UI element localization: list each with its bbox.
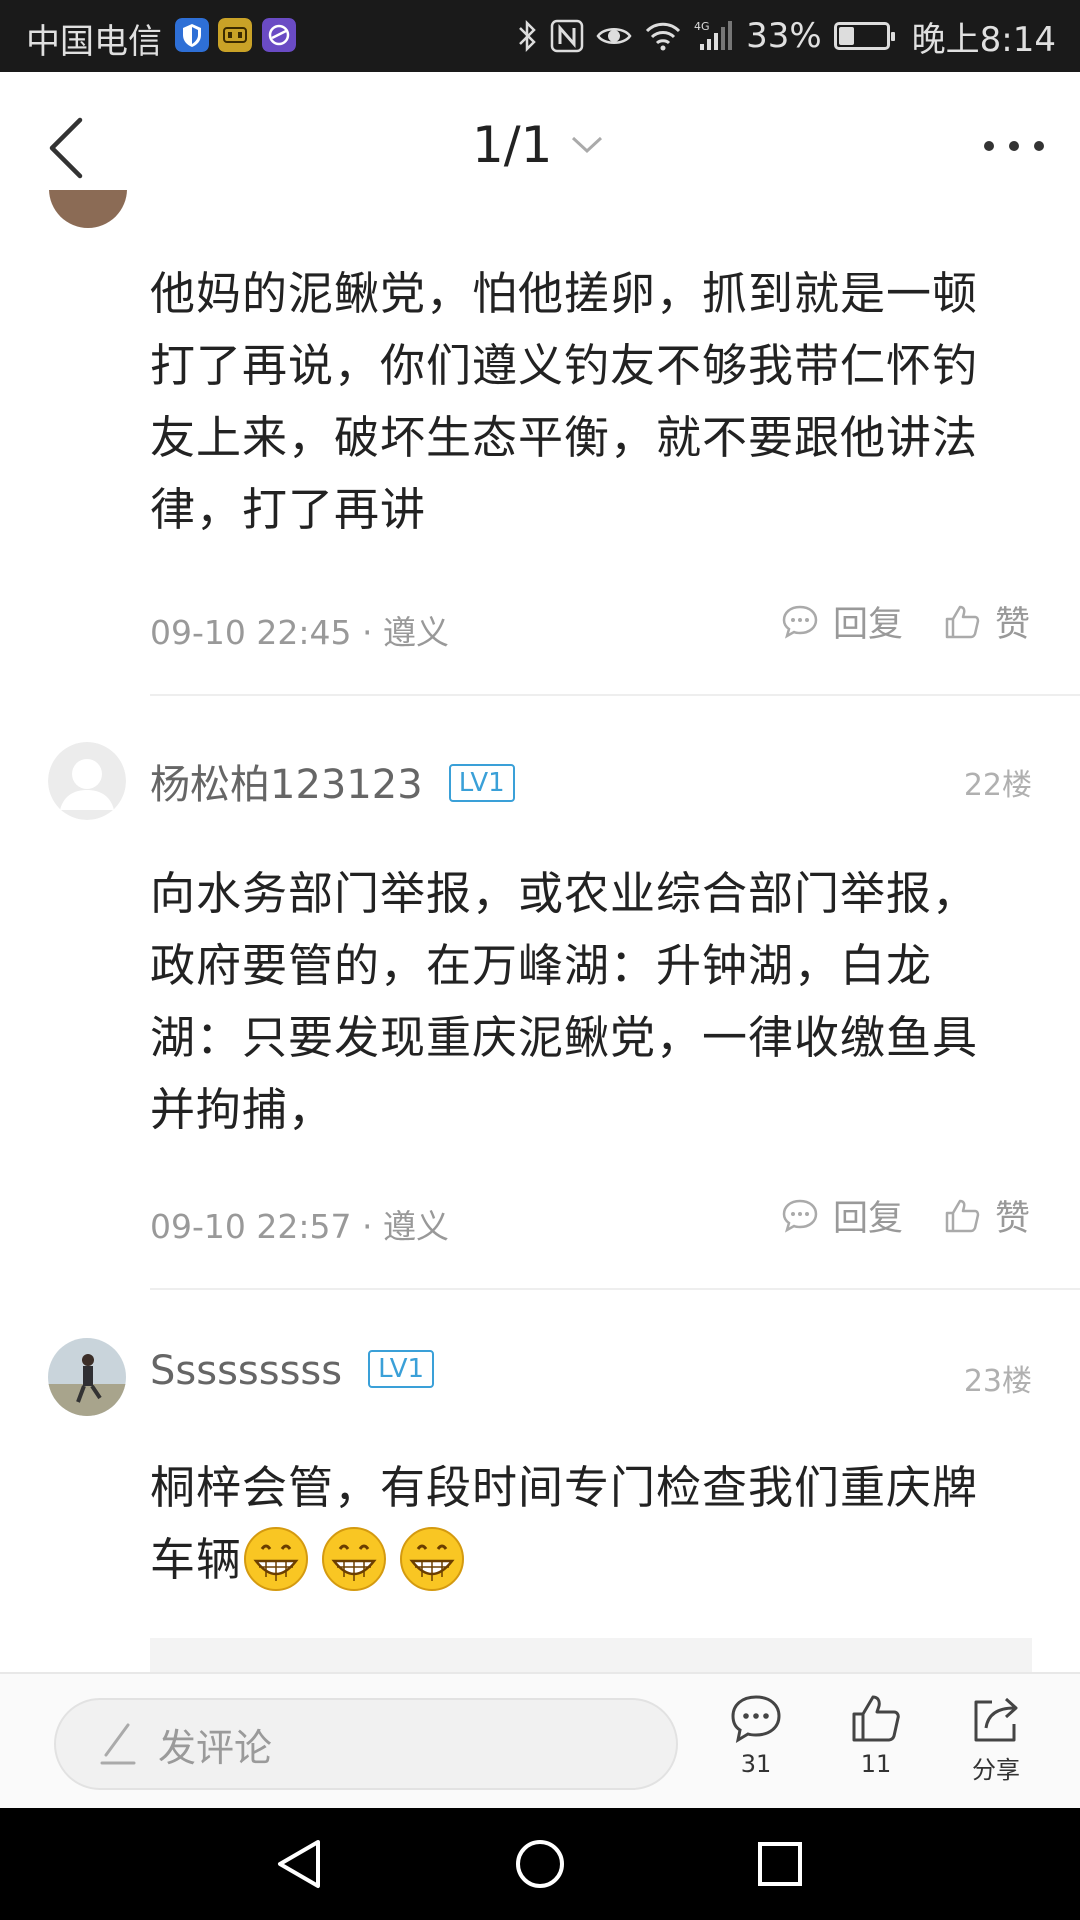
bluetooth-icon (519, 19, 536, 53)
comment-line: 并拘捕， (150, 1083, 335, 1136)
divider (150, 1288, 1080, 1290)
share-icon (974, 1697, 1018, 1742)
nav-recents-icon[interactable] (756, 1838, 804, 1890)
back-arrow-icon[interactable] (40, 112, 100, 182)
avatar[interactable] (49, 190, 127, 228)
battery-percent: 33% (746, 16, 822, 56)
dot (984, 141, 994, 151)
comment-text: 向水务部门举报，或农业综合部门举报， 政府要管的，在万峰湖：升钟湖，白龙 湖：只… (150, 858, 1030, 1146)
floor-number: 22楼 (963, 768, 1032, 803)
comment-actions: 回复 赞 (781, 1190, 1030, 1241)
reply-label: 回复 (832, 605, 903, 645)
like-label: 赞 (994, 605, 1030, 645)
comment-meta: 09-10 22:57 · 遵义 (150, 1207, 449, 1246)
browser-app-icon (262, 18, 296, 52)
comment-count: 31 (740, 1750, 772, 1778)
username-text: 杨松柏123123 (150, 762, 423, 808)
username[interactable]: Sssssssss LV1 (150, 1348, 435, 1394)
chevron-down-icon (572, 136, 603, 154)
comment-line: 友上来，破坏生态平衡，就不要跟他讲法 (150, 411, 979, 464)
nav-home-icon[interactable] (514, 1838, 566, 1890)
comment-line: 桐梓会管，有段时间专门检查我们重庆牌 (150, 1461, 979, 1514)
chat-bubble-icon (782, 605, 818, 639)
battery-icon (833, 22, 895, 50)
grin-emoji-icon (400, 1527, 465, 1591)
comment-actions: 回复 赞 (781, 596, 1030, 647)
nav-back-icon[interactable] (274, 1838, 324, 1890)
comment-line: 向水务部门举报，或农业综合部门举报， (150, 867, 979, 920)
comment-input[interactable]: 发评论 (54, 1698, 678, 1790)
dot (1009, 141, 1019, 151)
level-badge: LV1 (448, 764, 515, 802)
battery-fill (838, 27, 854, 45)
dot (1034, 141, 1044, 151)
floor-number: 23楼 (963, 1364, 1032, 1399)
svg-text:4G: 4G (694, 20, 710, 33)
page-indicator-text: 1/1 (472, 116, 553, 174)
divider (150, 694, 1080, 696)
page-selector[interactable]: 1/1 (472, 116, 604, 174)
game-app-icon (218, 18, 252, 52)
reply-button[interactable]: 回复 (781, 596, 903, 647)
comment-author-row: Sssssssss LV1 23楼 (48, 1338, 1032, 1418)
avatar[interactable] (48, 1338, 126, 1416)
share-label: 分享 (972, 1756, 1020, 1784)
comment-line: 政府要管的，在万峰湖：升钟湖，白龙 (150, 939, 933, 992)
reply-label: 回复 (832, 1199, 903, 1239)
comment-line: 律，打了再讲 (150, 483, 427, 536)
username[interactable]: 杨松柏123123 LV1 (150, 752, 515, 810)
like-button[interactable]: 赞 (943, 1190, 1030, 1241)
more-dots-icon[interactable] (984, 126, 1044, 166)
bottom-action-bar: 发评论 31 11 分享 (0, 1672, 1080, 1808)
comment-line-text: 车辆 (150, 1533, 243, 1586)
comment-text: 他妈的泥鳅党，怕他搓卵，抓到就是一顿 打了再说，你们遵义钓友不够我带仁怀钓 友上… (150, 258, 1030, 546)
comment-line: 湖：只要发现重庆泥鳅党，一律收缴鱼具 (150, 1011, 979, 1064)
wifi-icon (646, 22, 681, 51)
comment-placeholder: 发评论 (158, 1725, 273, 1770)
pencil-icon (100, 1723, 136, 1765)
clock: 晚上8:14 (911, 19, 1056, 60)
thumbs-up-icon (945, 605, 980, 638)
status-bar: 中国电信 4G 33% 晚上8:14 (0, 0, 1080, 72)
status-icons: 4G 33% 晚上8:14 (516, 12, 1056, 60)
nfc-icon (550, 19, 584, 53)
chat-bubble-icon (782, 1199, 818, 1233)
comments-button[interactable]: 31 (706, 1694, 806, 1778)
carrier-name: 中国电信 (26, 22, 162, 62)
like-count: 11 (860, 1750, 892, 1778)
grin-emoji-icon (322, 1527, 387, 1591)
eye-icon (596, 28, 632, 44)
shield-app-icon (175, 18, 209, 52)
thumbs-up-icon (945, 1199, 980, 1232)
thumbs-up-icon (852, 1695, 900, 1742)
like-article-button[interactable]: 11 (826, 1694, 926, 1778)
share-button[interactable]: 分享 (946, 1694, 1046, 1785)
comment-text: 桐梓会管，有段时间专门检查我们重庆牌 车辆 (150, 1452, 1030, 1597)
comment-line: 打了再说，你们遵义钓友不够我带仁怀钓 (150, 339, 979, 392)
system-nav-bar (0, 1808, 1080, 1920)
avatar[interactable] (48, 742, 126, 820)
comment-author-row: 杨松柏123123 LV1 22楼 (48, 742, 1032, 822)
like-button[interactable]: 赞 (943, 596, 1030, 647)
grin-emoji-icon (244, 1527, 309, 1591)
top-header: 1/1 (0, 72, 1080, 224)
4g-signal-icon: 4G (694, 20, 733, 50)
comment-bubble-icon (731, 1695, 781, 1744)
level-badge: LV1 (368, 1350, 435, 1388)
like-label: 赞 (994, 1199, 1030, 1239)
comment-line: 车辆 (150, 1524, 1030, 1597)
username-text: Sssssssss (150, 1348, 343, 1394)
reply-button[interactable]: 回复 (781, 1190, 903, 1241)
comment-line: 他妈的泥鳅党，怕他搓卵，抓到就是一顿 (150, 267, 979, 320)
comment-meta: 09-10 22:45 · 遵义 (150, 613, 449, 652)
